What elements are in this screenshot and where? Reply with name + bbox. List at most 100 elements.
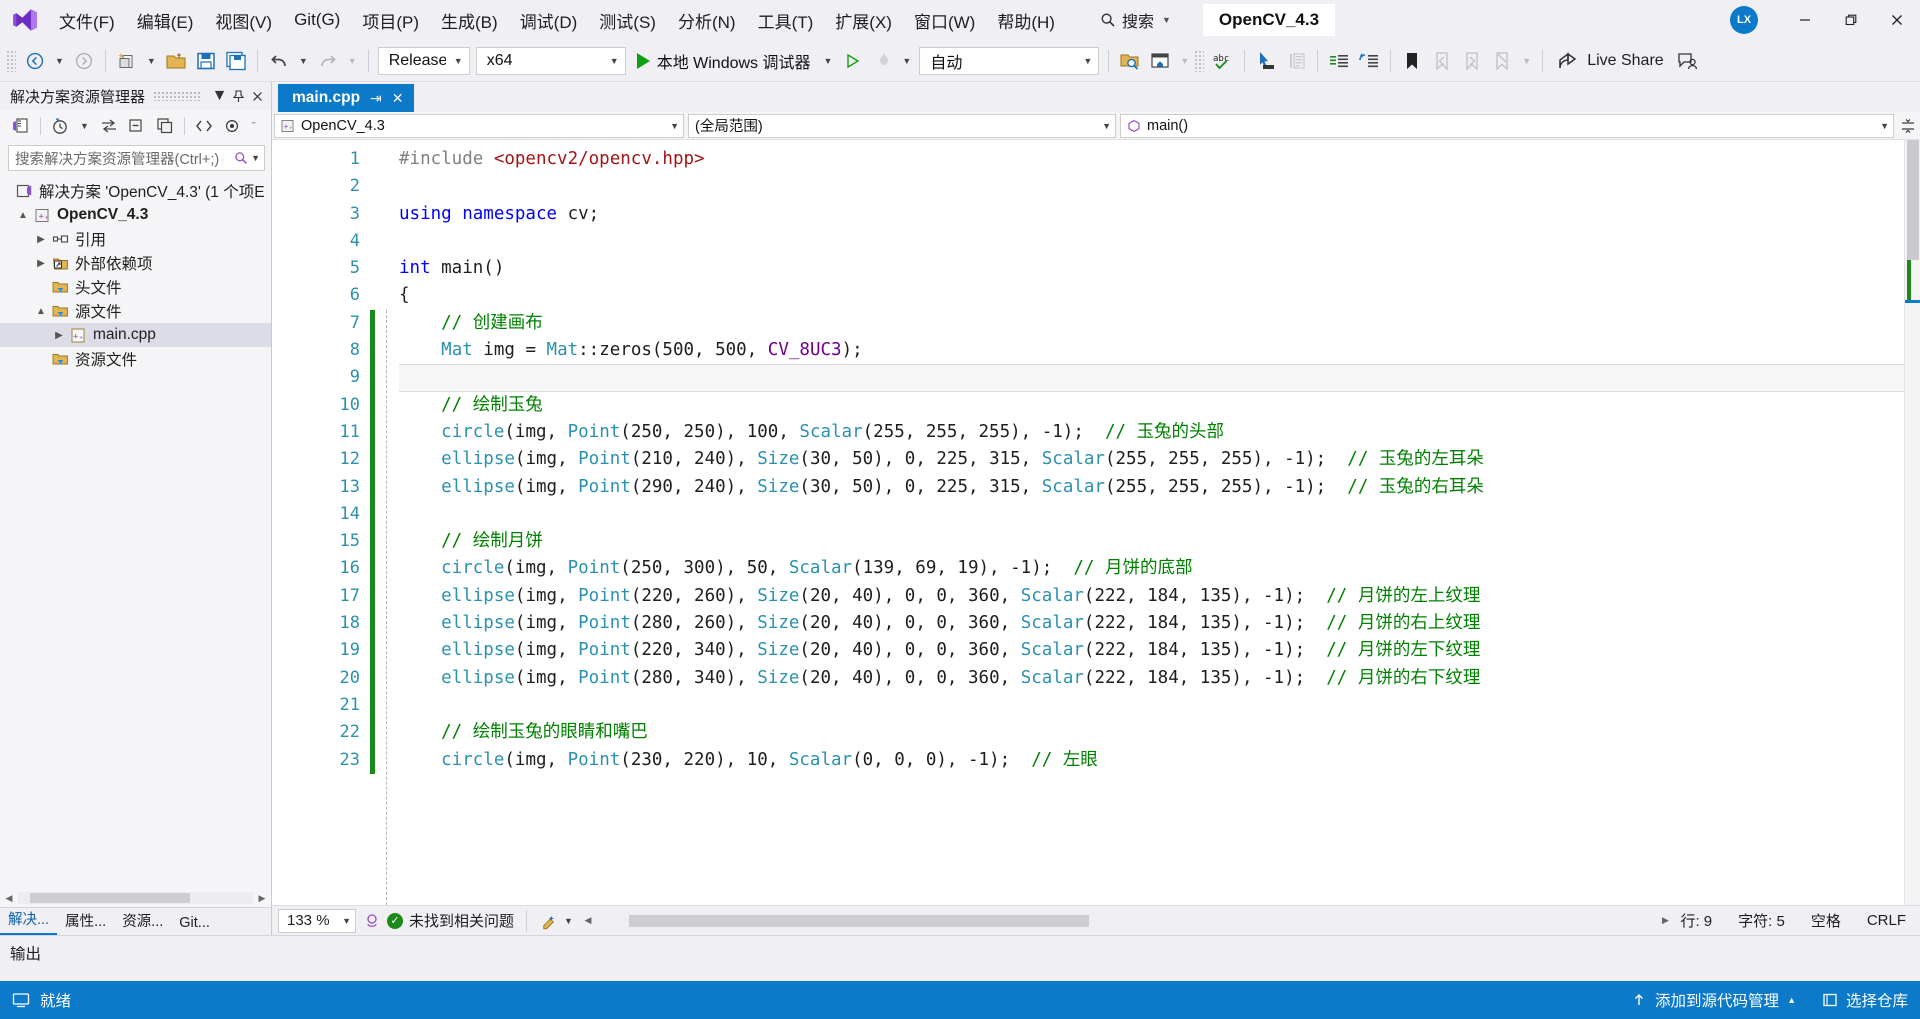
next-bookmark-icon[interactable] [1457, 46, 1487, 76]
code-line[interactable]: circle(img, Point(250, 250), 100, Scalar… [399, 419, 1920, 446]
tree-node-external-dependencies[interactable]: ▶ 外部依赖项 [0, 251, 271, 275]
menu-debug[interactable]: 调试(D) [509, 3, 589, 38]
navigate-forward-button[interactable] [69, 46, 99, 76]
code-line[interactable]: ellipse(img, Point(220, 260), Size(20, 4… [399, 583, 1920, 610]
code-line[interactable]: // 绘制玉兔 [399, 392, 1920, 419]
indentation-indicator[interactable]: 空格 [1811, 910, 1841, 931]
expander-collapse-icon[interactable]: ▲ [14, 210, 32, 221]
platform-combo[interactable]: x64 ▼ [475, 46, 626, 75]
search-icon[interactable] [234, 151, 248, 165]
scroll-right-icon[interactable]: ▶ [253, 893, 271, 904]
line-ending-indicator[interactable]: CRLF [1867, 912, 1906, 929]
code-editor[interactable]: 12345−67891011121314151617181920212223 #… [272, 140, 1920, 905]
save-button[interactable] [191, 46, 221, 76]
avatar[interactable]: LX [1730, 6, 1758, 34]
code-line[interactable]: // 绘制月饼 [399, 528, 1920, 555]
new-project-dropdown[interactable]: ▼ [142, 56, 161, 66]
menu-test[interactable]: 测试(S) [588, 3, 667, 38]
hot-reload-button[interactable] [867, 46, 897, 76]
pointer-select-icon[interactable] [1251, 46, 1281, 76]
panel-menu-icon[interactable]: ▼ [210, 85, 229, 107]
bookmark-overflow[interactable]: ▼ [1517, 56, 1536, 66]
panel-drag-grip[interactable] [153, 91, 202, 101]
hot-reload-dropdown[interactable]: ▼ [897, 56, 916, 66]
properties-icon[interactable] [219, 113, 245, 139]
feedback-icon[interactable] [1672, 46, 1702, 76]
code-line[interactable]: Mat img = Mat::zeros(500, 500, CV_8UC3); [399, 337, 1920, 364]
close-icon[interactable]: ✕ [392, 90, 404, 107]
comment-lines-icon[interactable] [1324, 46, 1354, 76]
code-line[interactable] [399, 692, 1920, 719]
scroll-thumb[interactable] [628, 914, 1089, 927]
pending-changes-dropdown[interactable]: ▼ [75, 121, 94, 131]
output-panel-title[interactable]: 输出 [10, 942, 41, 964]
tab-git[interactable]: Git... [171, 911, 218, 935]
code-line[interactable]: using namespace cv; [399, 201, 1920, 228]
navigate-backward-button[interactable] [20, 46, 50, 76]
nav-project-combo[interactable]: +₊ OpenCV_4.3 ▼ [274, 113, 684, 138]
maximize-restore-button[interactable] [1828, 0, 1874, 40]
redo-dropdown[interactable]: ▼ [343, 56, 362, 66]
menu-build[interactable]: 生成(B) [430, 3, 509, 38]
code-line[interactable]: { [399, 282, 1920, 309]
code-line[interactable]: ellipse(img, Point(220, 340), Size(20, 4… [399, 637, 1920, 664]
scroll-thumb[interactable] [30, 893, 190, 903]
toolbar-grip[interactable] [6, 49, 16, 72]
document-tab-main-cpp[interactable]: main.cpp ⇥ ✕ [278, 84, 414, 112]
scroll-left-icon[interactable]: ◀ [0, 893, 18, 904]
clear-bookmarks-icon[interactable] [1487, 46, 1517, 76]
bookmark-icon[interactable] [1397, 46, 1427, 76]
live-share-button[interactable]: Live Share [1549, 46, 1672, 76]
scroll-left-icon[interactable]: ◀ [579, 915, 597, 926]
redo-button[interactable] [313, 46, 343, 76]
code-text[interactable]: #include <opencv2/opencv.hpp> using name… [399, 140, 1920, 905]
uncomment-lines-icon[interactable] [1354, 46, 1384, 76]
tree-node-project[interactable]: ▲ +₊ OpenCV_4.3 [0, 203, 271, 227]
menu-window[interactable]: 窗口(W) [903, 3, 986, 38]
tree-node-solution[interactable]: 解决方案 'OpenCV_4.3' (1 个项E [0, 179, 271, 203]
menu-project[interactable]: 项目(P) [351, 3, 430, 38]
menu-help[interactable]: 帮助(H) [986, 3, 1066, 38]
expander-collapse-icon[interactable]: ▲ [32, 306, 50, 317]
code-line[interactable]: circle(img, Point(230, 220), 10, Scalar(… [399, 747, 1920, 774]
code-cleanup-icon[interactable] [539, 910, 558, 932]
solution-home-icon[interactable] [8, 113, 34, 139]
minimize-button[interactable] [1782, 0, 1828, 40]
menu-analyze[interactable]: 分析(N) [667, 3, 747, 38]
show-all-files-icon[interactable] [152, 113, 178, 139]
sync-with-active-document-icon[interactable] [96, 113, 122, 139]
save-all-button[interactable] [221, 46, 251, 76]
tree-node-header-files[interactable]: 头文件 [0, 275, 271, 299]
new-project-button[interactable] [112, 46, 142, 76]
tab-solution-explorer[interactable]: 解决... [0, 904, 58, 935]
pin-icon[interactable] [229, 85, 248, 107]
pending-changes-icon[interactable] [47, 113, 73, 139]
pin-icon[interactable]: ⇥ [370, 90, 382, 107]
code-line[interactable]: int main() [399, 255, 1920, 282]
start-debugging-dropdown[interactable]: ▼ [819, 56, 838, 66]
navigate-backward-dropdown[interactable]: ▼ [50, 56, 69, 66]
editor-hscrollbar[interactable] [606, 912, 1647, 929]
toolbar-grip-2[interactable] [1194, 49, 1205, 72]
scroll-track[interactable] [18, 892, 253, 904]
previous-bookmark-icon[interactable] [1427, 46, 1457, 76]
code-line[interactable]: ellipse(img, Point(280, 340), Size(20, 4… [399, 665, 1920, 692]
menu-view[interactable]: 视图(V) [204, 3, 283, 38]
configuration-combo[interactable]: Release ▼ [377, 46, 470, 75]
view-code-icon[interactable] [191, 113, 217, 139]
code-line[interactable] [399, 364, 1920, 392]
menu-edit[interactable]: 编辑(E) [126, 3, 205, 38]
code-line[interactable]: // 创建画布 [399, 310, 1920, 337]
expander-expand-icon[interactable]: ▶ [32, 234, 50, 245]
code-line[interactable]: #include <opencv2/opencv.hpp> [399, 146, 1920, 173]
start-without-debugging-button[interactable] [837, 46, 867, 76]
scroll-thumb[interactable] [1907, 140, 1919, 260]
tree-node-source-files[interactable]: ▲ 源文件 [0, 299, 271, 323]
nav-member-combo[interactable]: main() ▼ [1120, 113, 1894, 138]
expander-expand-icon[interactable]: ▶ [32, 258, 50, 269]
split-view-icon[interactable] [1898, 118, 1918, 134]
add-to-source-control-button[interactable]: 添加到源代码管理 ▲ [1631, 989, 1796, 1011]
code-line[interactable] [399, 501, 1920, 528]
undo-dropdown[interactable]: ▼ [294, 56, 313, 66]
code-line[interactable] [399, 173, 1920, 200]
